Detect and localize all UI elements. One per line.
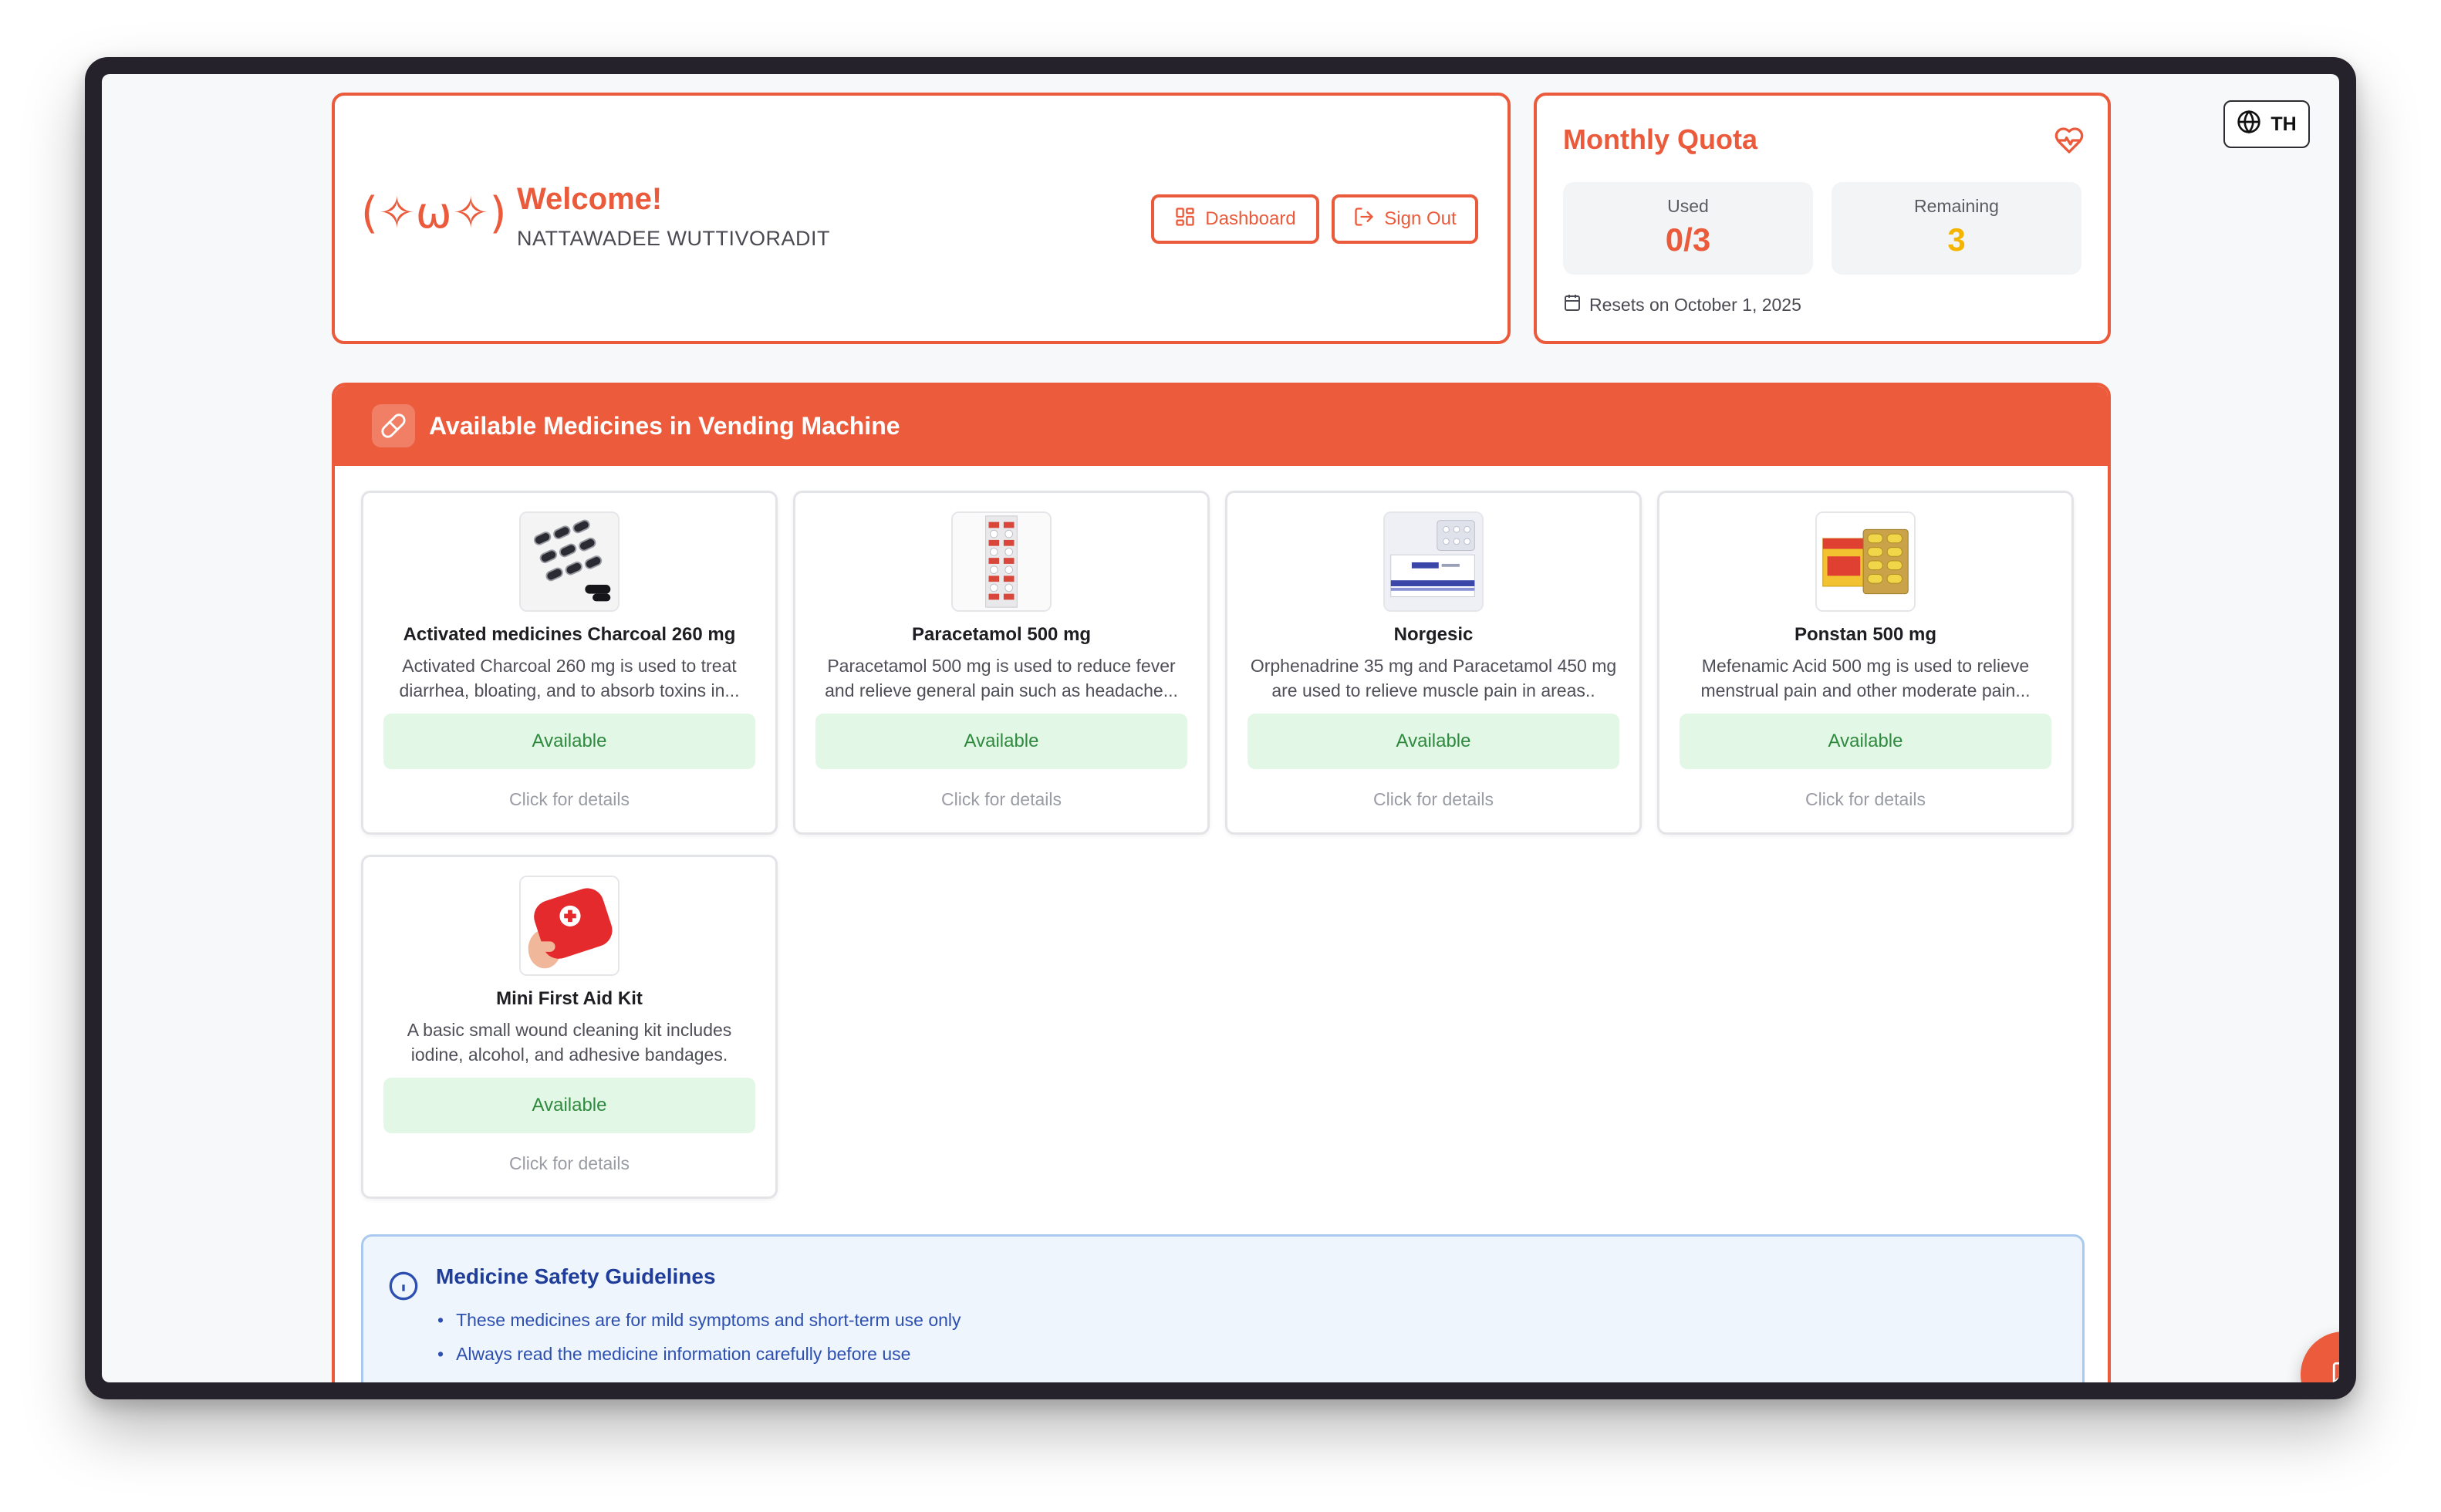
medicine-card-paracetamol[interactable]: Paracetamol 500 mg Paracetamol 500 mg is… — [793, 491, 1210, 835]
availability-badge: Available — [383, 714, 755, 769]
welcome-card: (✧ω✧) Welcome! NATTAWADEE WUTTIVORADIT D… — [332, 93, 1511, 344]
remaining-stat: Remaining 3 — [1832, 182, 2081, 275]
language-label: TH — [2271, 113, 2297, 135]
pill-icon — [372, 404, 415, 447]
medicine-name: Ponstan 500 mg — [1794, 624, 1937, 645]
details-hint: Click for details — [1805, 789, 1926, 809]
medicine-name: Activated medicines Charcoal 260 mg — [403, 624, 736, 645]
calendar-icon — [1563, 293, 1582, 316]
app-screen: (✧ω✧) Welcome! NATTAWADEE WUTTIVORADIT D… — [102, 74, 2339, 1382]
resets-text: Resets on October 1, 2025 — [1589, 294, 1801, 315]
resets-info: Resets on October 1, 2025 — [1563, 293, 1801, 316]
availability-badge: Available — [1680, 714, 2051, 769]
device-frame: (✧ω✧) Welcome! NATTAWADEE WUTTIVORADIT D… — [85, 57, 2356, 1399]
used-stat: Used 0/3 — [1563, 182, 1813, 275]
medicine-description: A basic small wound cleaning kit include… — [407, 1020, 732, 1065]
language-toggle-button[interactable]: TH — [2223, 100, 2310, 148]
medicines-header: Available Medicines in Vending Machine — [335, 386, 2108, 466]
sign-out-label: Sign Out — [1384, 208, 1457, 229]
chat-icon — [2331, 1360, 2339, 1382]
used-label: Used — [1667, 196, 1709, 216]
remaining-label: Remaining — [1914, 196, 1999, 216]
grid-icon — [1174, 206, 1196, 233]
medicine-description: Orphenadrine 35 mg and Paracetamol 450 m… — [1250, 656, 1617, 700]
medicine-image-paracetamol — [951, 511, 1052, 612]
medicine-description: Mefenamic Acid 500 mg is used to relieve… — [1700, 656, 2031, 700]
chat-button[interactable] — [2301, 1331, 2339, 1382]
medicine-description: Activated Charcoal 260 mg is used to tre… — [399, 656, 740, 700]
availability-badge: Available — [815, 714, 1187, 769]
dashboard-label: Dashboard — [1205, 208, 1296, 229]
medicine-image-charcoal — [519, 511, 620, 612]
sign-out-icon — [1353, 206, 1375, 233]
medicines-header-title: Available Medicines in Vending Machine — [429, 411, 900, 440]
medicine-image-first-aid-kit — [519, 876, 620, 976]
guidelines-list: These medicines are for mild symptoms an… — [437, 1303, 961, 1371]
medicines-panel: Available Medicines in Vending Machine A… — [332, 383, 2111, 1382]
monthly-quota-card: Monthly Quota Used 0/3 Remaining 3 Reset… — [1534, 93, 2111, 344]
medicine-card-charcoal[interactable]: Activated medicines Charcoal 260 mg Acti… — [361, 491, 778, 835]
medicine-description: Paracetamol 500 mg is used to reduce fev… — [825, 656, 1178, 700]
medicine-card-ponstan[interactable]: Ponstan 500 mg Mefenamic Acid 500 mg is … — [1657, 491, 2074, 835]
used-value: 0/3 — [1665, 221, 1711, 258]
medicine-image-ponstan — [1815, 511, 1916, 612]
medicine-name: Norgesic — [1393, 624, 1474, 645]
guideline-item: These medicines are for mild symptoms an… — [437, 1303, 961, 1337]
kaomoji-logo: (✧ω✧) — [361, 188, 508, 238]
remaining-value: 3 — [1947, 221, 1966, 258]
globe-icon — [2237, 110, 2261, 140]
details-hint: Click for details — [509, 789, 630, 809]
details-hint: Click for details — [1373, 789, 1494, 809]
info-icon — [388, 1271, 419, 1301]
availability-badge: Available — [1248, 714, 1619, 769]
safety-guidelines: Medicine Safety Guidelines These medicin… — [361, 1234, 2085, 1382]
sign-out-button[interactable]: Sign Out — [1332, 194, 1478, 244]
heart-pulse-icon — [2054, 125, 2085, 156]
quota-title: Monthly Quota — [1563, 123, 1757, 155]
medicine-card-first-aid-kit[interactable]: Mini First Aid Kit A basic small wound c… — [361, 855, 778, 1199]
availability-badge: Available — [383, 1078, 755, 1133]
medicine-name: Mini First Aid Kit — [496, 988, 643, 1009]
guideline-item: Always read the medicine information car… — [437, 1337, 961, 1371]
welcome-title: Welcome! — [517, 182, 663, 216]
medicine-image-norgesic — [1383, 511, 1484, 612]
guidelines-title: Medicine Safety Guidelines — [436, 1264, 716, 1288]
details-hint: Click for details — [509, 1153, 630, 1173]
medicine-name: Paracetamol 500 mg — [911, 624, 1092, 645]
medicine-card-norgesic[interactable]: Norgesic Orphenadrine 35 mg and Paraceta… — [1225, 491, 1642, 835]
user-name: NATTAWADEE WUTTIVORADIT — [517, 227, 830, 250]
details-hint: Click for details — [941, 789, 1062, 809]
dashboard-button[interactable]: Dashboard — [1151, 194, 1319, 244]
